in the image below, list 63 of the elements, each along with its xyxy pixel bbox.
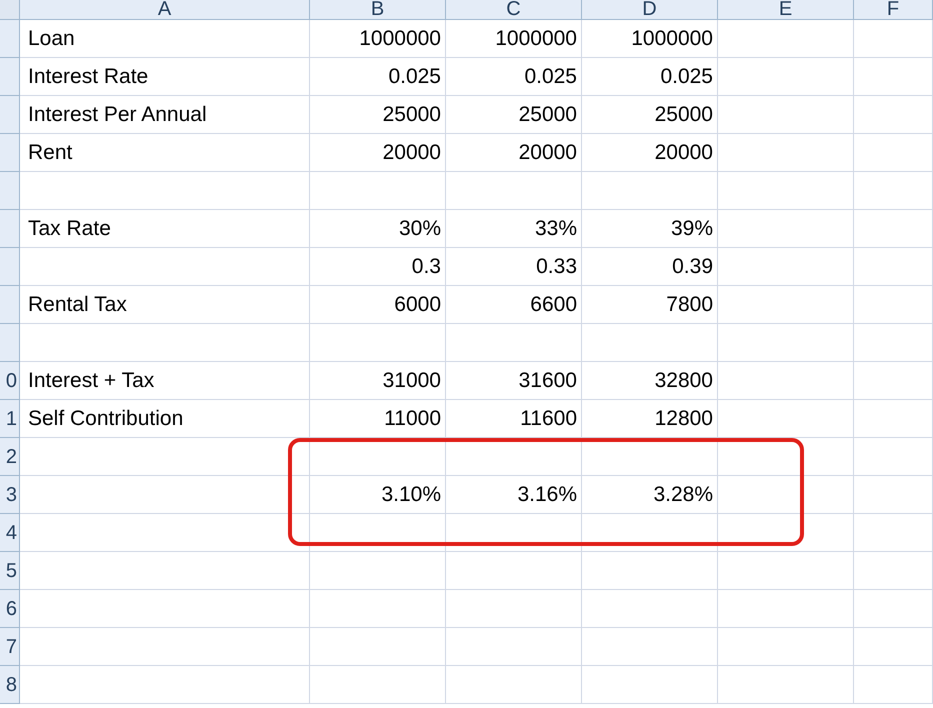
table-cell: Tax Rate: [20, 210, 310, 248]
table-cell: 7800: [582, 286, 718, 324]
table-cell: 0.33: [446, 248, 582, 286]
row-header[interactable]: [0, 324, 20, 362]
row-header[interactable]: 8: [0, 666, 20, 704]
row-header[interactable]: [0, 20, 20, 58]
table-cell: 6600: [446, 286, 582, 324]
table-cell: 25000: [310, 96, 446, 134]
table-cell: 1000000: [310, 20, 446, 58]
row-header[interactable]: [0, 248, 20, 286]
row-header[interactable]: [0, 58, 20, 96]
row-header[interactable]: [0, 286, 20, 324]
table-cell: 32800: [582, 362, 718, 400]
table-cell: Rent: [20, 134, 310, 172]
row-header[interactable]: 4: [0, 514, 20, 552]
table-cell: 3.10%: [310, 476, 446, 514]
column-header[interactable]: A: [20, 0, 310, 20]
row-header[interactable]: 2: [0, 438, 20, 476]
table-cell: Rental Tax: [20, 286, 310, 324]
column-header[interactable]: E: [718, 0, 854, 20]
table-cell: 1000000: [582, 20, 718, 58]
table-cell: 20000: [582, 134, 718, 172]
select-all-corner[interactable]: [0, 0, 20, 20]
row-header[interactable]: 7: [0, 628, 20, 666]
table-cell: 0.025: [446, 58, 582, 96]
table-cell: 0.3: [310, 248, 446, 286]
row-header[interactable]: [0, 96, 20, 134]
table-cell: 20000: [446, 134, 582, 172]
table-cell: Interest Rate: [20, 58, 310, 96]
table-cell: Loan: [20, 20, 310, 58]
table-cell: 33%: [446, 210, 582, 248]
table-cell: Self Contribution: [20, 400, 310, 438]
table-cell: 0.025: [310, 58, 446, 96]
table-cell: 20000: [310, 134, 446, 172]
table-cell: 0.025: [582, 58, 718, 96]
row-header[interactable]: 6: [0, 590, 20, 628]
table-cell: 11000: [310, 400, 446, 438]
table-cell: 3.16%: [446, 476, 582, 514]
table-cell: 0.39: [582, 248, 718, 286]
row-header[interactable]: [0, 134, 20, 172]
table-cell: Interest Per Annual: [20, 96, 310, 134]
table-cell: 12800: [582, 400, 718, 438]
row-header[interactable]: [0, 210, 20, 248]
table-cell: Interest + Tax: [20, 362, 310, 400]
column-header[interactable]: D: [582, 0, 718, 20]
table-cell: 31000: [310, 362, 446, 400]
row-header[interactable]: 3: [0, 476, 20, 514]
row-header[interactable]: [0, 172, 20, 210]
table-cell: 25000: [582, 96, 718, 134]
row-header[interactable]: 0: [0, 362, 20, 400]
table-cell: 31600: [446, 362, 582, 400]
table-cell: 30%: [310, 210, 446, 248]
table-cell: 11600: [446, 400, 582, 438]
column-header[interactable]: C: [446, 0, 582, 20]
row-header[interactable]: 5: [0, 552, 20, 590]
table-cell: 1000000: [446, 20, 582, 58]
table-cell: 3.28%: [582, 476, 718, 514]
column-header[interactable]: F: [854, 0, 933, 20]
row-header[interactable]: 1: [0, 400, 20, 438]
table-cell: 25000: [446, 96, 582, 134]
table-cell: 39%: [582, 210, 718, 248]
table-cell: 6000: [310, 286, 446, 324]
column-header[interactable]: B: [310, 0, 446, 20]
